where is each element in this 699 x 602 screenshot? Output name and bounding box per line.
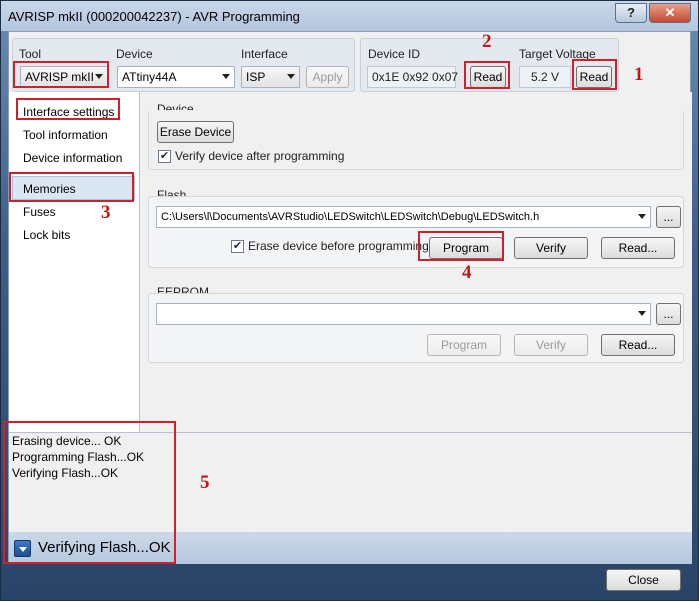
sidebar-nav: Interface settings Tool information Devi… <box>9 92 140 432</box>
annotation-box-read-voltage <box>572 59 617 90</box>
erase-device-button[interactable]: Erase Device <box>157 121 234 143</box>
dialog-footer: Close <box>1 564 699 602</box>
interface-label: Interface <box>241 47 288 61</box>
annotation-box-memories <box>9 172 134 202</box>
flash-section: C:\Users\l\Documents\AVRStudio\LEDSwitch… <box>148 196 684 268</box>
interface-select-value: ISP <box>246 70 266 84</box>
tool-label: Tool <box>19 47 42 61</box>
eeprom-verify-button[interactable]: Verify <box>514 334 588 356</box>
annotation-box-tool <box>13 61 109 88</box>
annotation-box-log <box>3 421 176 564</box>
device-select-value: ATtiny44A <box>122 70 177 84</box>
target-voltage-value: 5.2 V <box>519 66 571 88</box>
chevron-down-icon <box>287 74 295 79</box>
erase-before-programming-checkbox[interactable]: ✔ <box>231 240 244 253</box>
eeprom-browse-button[interactable]: ... <box>656 303 681 325</box>
annotation-number-4: 4 <box>462 262 472 283</box>
annotation-number-5: 5 <box>200 472 210 493</box>
annotation-number-2: 2 <box>482 31 492 52</box>
title-bar: AVRISP mkII (000200042237) - AVR Program… <box>1 1 698 31</box>
sidebar-item-device-information[interactable]: Device information <box>23 151 122 165</box>
sidebar-item-fuses[interactable]: Fuses <box>23 205 56 219</box>
interface-select[interactable]: ISP <box>241 66 300 88</box>
close-button[interactable]: Close <box>606 569 681 591</box>
device-id-label: Device ID <box>368 47 421 61</box>
annotation-number-1: 1 <box>634 64 644 85</box>
chevron-down-icon <box>222 74 230 79</box>
flash-verify-button[interactable]: Verify <box>514 237 588 259</box>
eeprom-read-button[interactable]: Read... <box>601 334 675 356</box>
annotation-box-interface-settings <box>16 98 120 120</box>
flash-read-button[interactable]: Read... <box>601 237 675 259</box>
annotation-box-program <box>418 231 504 261</box>
device-label: Device <box>116 47 153 61</box>
flash-file-select[interactable]: C:\Users\l\Documents\AVRStudio\LEDSwitch… <box>156 206 651 228</box>
close-window-button[interactable]: ✕ <box>649 3 691 23</box>
verify-after-programming-label: Verify device after programming <box>175 149 345 163</box>
flash-file-path: C:\Users\l\Documents\AVRStudio\LEDSwitch… <box>161 211 540 223</box>
annotation-number-3: 3 <box>101 202 111 223</box>
verify-after-programming-checkbox[interactable]: ✔ <box>158 150 171 163</box>
help-button[interactable]: ? <box>615 3 647 23</box>
chevron-down-icon <box>638 311 646 316</box>
eeprom-section: ... Program Verify Read... <box>148 293 684 363</box>
window-title: AVRISP mkII (000200042237) - AVR Program… <box>8 9 300 24</box>
eeprom-file-select[interactable] <box>156 303 651 325</box>
apply-button[interactable]: Apply <box>306 66 349 88</box>
sidebar-item-tool-information[interactable]: Tool information <box>23 128 108 142</box>
erase-before-programming-label: Erase device before programming <box>248 239 429 253</box>
sidebar-item-lock-bits[interactable]: Lock bits <box>23 228 70 242</box>
memories-panel: Device Erase Device ✔ Verify device afte… <box>141 92 692 432</box>
annotation-box-read-id <box>464 61 510 89</box>
device-select[interactable]: ATtiny44A <box>117 66 235 88</box>
chevron-down-icon <box>638 214 646 219</box>
eeprom-program-button[interactable]: Program <box>427 334 501 356</box>
device-id-value: 0x1E 0x92 0x07 <box>367 66 458 88</box>
flash-browse-button[interactable]: ... <box>656 206 681 228</box>
device-section: Erase Device ✔ Verify device after progr… <box>148 110 684 170</box>
